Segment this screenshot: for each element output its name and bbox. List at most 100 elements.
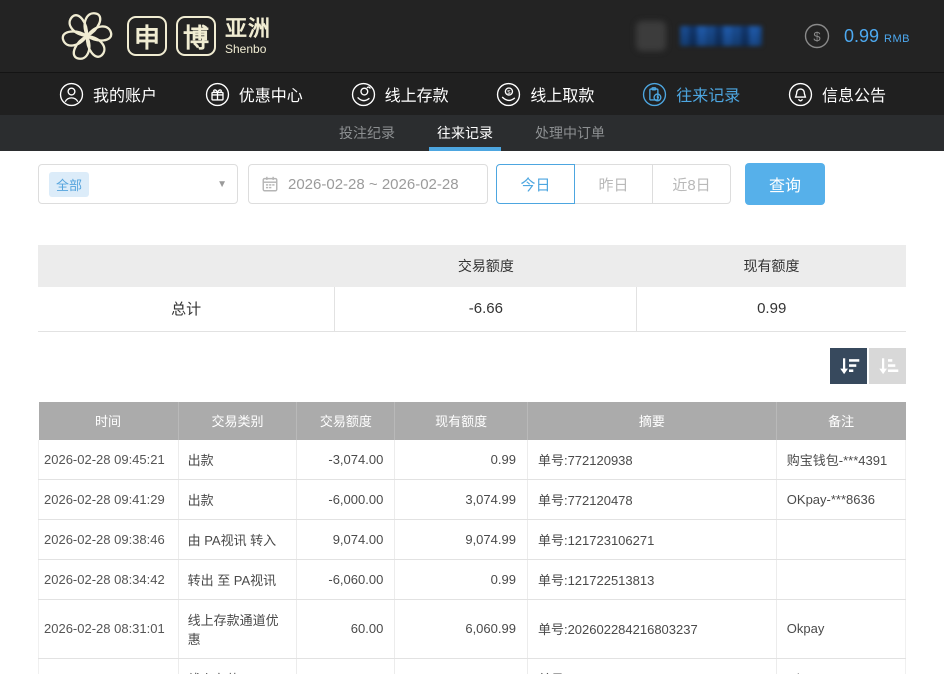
summary-table: 交易额度 现有额度 总计 -6.66 0.99 [38, 245, 906, 332]
last-8-days-button[interactable]: 近8日 [652, 164, 731, 204]
nav-label: 信息公告 [822, 82, 886, 106]
balance-amount: 0.99 [844, 26, 879, 47]
quick-date-group: 今日 昨日 近8日 [496, 164, 731, 204]
username-redacted[interactable] [680, 26, 762, 46]
sort-descending-button[interactable] [830, 348, 867, 384]
table-cell: 2026-02-28 08:31:01 [39, 658, 179, 674]
bell-icon [787, 81, 814, 108]
col-header-balance: 现有额度 [395, 402, 528, 440]
table-cell [776, 559, 905, 599]
nav-item-promotions[interactable]: 优惠中心 [204, 81, 303, 108]
sort-controls [38, 348, 906, 384]
col-header-type: 交易类别 [178, 402, 297, 440]
balance[interactable]: 0.99 RMB [844, 26, 910, 47]
table-cell: 0.99 [395, 559, 528, 599]
table-cell: 6,000.99 [395, 658, 528, 674]
table-cell: 2026-02-28 09:45:21 [39, 440, 179, 480]
table-cell: 3,074.99 [395, 479, 528, 519]
logo-char-2: 博 [176, 16, 216, 56]
today-button[interactable]: 今日 [496, 164, 575, 204]
nav-item-withdraw[interactable]: $ 线上取款 [495, 81, 594, 108]
summary-header-balance: 现有额度 [637, 245, 906, 287]
records-icon [641, 81, 668, 108]
col-header-remark: 备注 [776, 402, 905, 440]
gift-icon [204, 81, 231, 108]
table-cell: 线上存款通道优惠 [178, 599, 297, 658]
table-cell: 2026-02-28 08:34:42 [39, 559, 179, 599]
table-cell: 单号:121722513813 [527, 559, 776, 599]
summary-header-row: 交易额度 现有额度 [38, 245, 906, 287]
table-cell: 2026-02-28 08:31:01 [39, 599, 179, 658]
category-select[interactable]: 全部 ▼ [38, 164, 238, 204]
nav-item-transactions[interactable]: 往来记录 [641, 81, 740, 108]
table-cell: -3,074.00 [297, 440, 395, 480]
search-button[interactable]: 查询 [745, 163, 825, 205]
sort-ascending-icon [876, 354, 900, 378]
category-selected-value: 全部 [49, 172, 89, 197]
filter-row: 全部 ▼ 2026-02-28 ~ 2026-02-28 今日 昨日 近8日 查… [38, 163, 906, 205]
table-cell: 购宝钱包-***4391 [776, 440, 905, 480]
nav-label: 线上取款 [530, 82, 594, 106]
transactions-table: 时间 交易类别 交易额度 现有额度 摘要 备注 2026-02-28 09:45… [38, 402, 906, 674]
table-cell: 转出 至 PA视讯 [178, 559, 297, 599]
chevron-down-icon: ▼ [217, 179, 227, 190]
table-cell: 出款 [178, 440, 297, 480]
main-nav: 我的账户 优惠中心 线上存款 $ 线上取款 [0, 72, 944, 115]
withdraw-icon: $ [495, 81, 522, 108]
table-cell: 0.99 [395, 440, 528, 480]
avatar[interactable] [636, 21, 666, 51]
date-range-input[interactable]: 2026-02-28 ~ 2026-02-28 [248, 164, 488, 204]
col-header-trade-amount: 交易额度 [297, 402, 395, 440]
tab-transaction-records[interactable]: 往来记录 [433, 115, 497, 151]
logo-subtitle: Shenbo [225, 43, 271, 55]
table-cell: OKpay-***8636 [776, 479, 905, 519]
transactions-header-row: 时间 交易类别 交易额度 现有额度 摘要 备注 [39, 402, 906, 440]
table-cell: 6,060.99 [395, 599, 528, 658]
sort-ascending-button[interactable] [869, 348, 906, 384]
table-cell: 单号:202602284216803237 [527, 658, 776, 674]
summary-total-balance: 0.99 [637, 287, 906, 331]
table-cell: 单号:772120938 [527, 440, 776, 480]
nav-item-my-account[interactable]: 我的账户 [58, 81, 157, 108]
table-cell: 单号:202602284216803237 [527, 599, 776, 658]
dollar-icon: $ [804, 23, 830, 49]
table-cell: 线上存款 [178, 658, 297, 674]
summary-header-trade: 交易额度 [335, 245, 637, 287]
table-cell: 单号:772120478 [527, 479, 776, 519]
tab-label: 处理中订单 [535, 123, 605, 143]
table-cell: 单号:121723106271 [527, 519, 776, 559]
summary-total-trade: -6.66 [335, 287, 637, 331]
sort-descending-icon [837, 354, 861, 378]
summary-total-label: 总计 [38, 287, 335, 331]
table-row: 2026-02-28 08:34:42转出 至 PA视讯-6,060.000.9… [39, 559, 906, 599]
nav-item-deposit[interactable]: 线上存款 [350, 81, 449, 108]
tab-bet-records[interactable]: 投注纪录 [335, 115, 399, 151]
table-cell: Okpay [776, 599, 905, 658]
nav-label: 线上存款 [385, 82, 449, 106]
table-cell: 2026-02-28 09:38:46 [39, 519, 179, 559]
nav-label: 优惠中心 [239, 82, 303, 106]
table-cell [776, 519, 905, 559]
table-cell: Okpay [776, 658, 905, 674]
table-cell: -6,000.00 [297, 479, 395, 519]
nav-item-announcements[interactable]: 信息公告 [787, 81, 886, 108]
brand-logo[interactable]: 申 博 亚洲 Shenbo [56, 5, 271, 67]
nav-label: 往来记录 [676, 82, 740, 106]
flower-logo-icon [56, 5, 118, 67]
svg-text:$: $ [813, 29, 821, 44]
table-cell: 9,074.99 [395, 519, 528, 559]
sub-tabs: 投注纪录 往来记录 处理中订单 [0, 115, 944, 151]
table-cell: -6,060.00 [297, 559, 395, 599]
transactions-body: 2026-02-28 09:45:21出款-3,074.000.99单号:772… [39, 440, 906, 674]
logo-char-1: 申 [127, 16, 167, 56]
table-cell: 9,074.00 [297, 519, 395, 559]
summary-header-empty [38, 245, 335, 287]
tab-pending-orders[interactable]: 处理中订单 [531, 115, 609, 151]
user-icon [58, 81, 85, 108]
balance-currency: RMB [884, 33, 910, 45]
table-cell: 6,000.00 [297, 658, 395, 674]
logo-region: 亚洲 Shenbo [225, 18, 271, 55]
col-header-time: 时间 [39, 402, 179, 440]
yesterday-button[interactable]: 昨日 [574, 164, 653, 204]
table-cell: 60.00 [297, 599, 395, 658]
